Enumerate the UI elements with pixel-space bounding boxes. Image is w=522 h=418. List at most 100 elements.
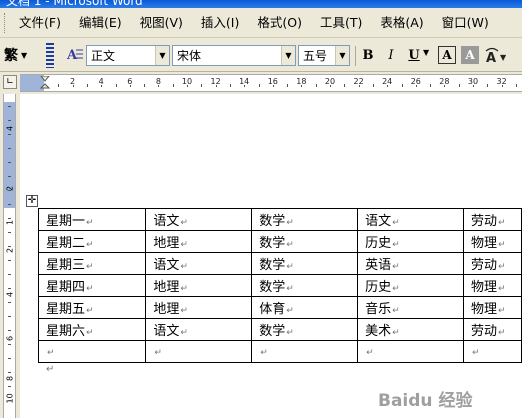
ruler-tick	[8, 260, 11, 261]
table-cell[interactable]: 英语↵	[357, 252, 464, 275]
cell-text: 星期三	[46, 258, 86, 273]
table-cell[interactable]: ↵	[145, 340, 253, 363]
table-cell[interactable]: ↵	[357, 340, 464, 363]
ruler-tick	[344, 84, 346, 87]
menubar-grip[interactable]	[4, 12, 7, 33]
table-cell[interactable]: 音乐↵	[357, 296, 464, 319]
table-cell[interactable]: 语文↵	[145, 318, 253, 341]
ruler-tick	[8, 190, 11, 191]
svg-text:A: A	[486, 51, 496, 65]
table-cell[interactable]: 星期一↵	[37, 208, 147, 231]
cell-end-mark: ↵	[497, 306, 506, 316]
ruler-number: 4	[5, 125, 15, 132]
tab-selector[interactable]: ∟	[3, 75, 17, 89]
table-cell[interactable]: 地理↵	[145, 230, 253, 253]
cell-end-mark: ↵	[180, 306, 188, 316]
ruler-tick	[8, 204, 11, 205]
cell-text: 物理	[470, 236, 497, 251]
indent-marker-icon[interactable]	[40, 76, 50, 90]
table-cell[interactable]: 历史↵	[357, 230, 464, 253]
ruler-tick	[215, 85, 217, 87]
font-select[interactable]: 宋体 ▼	[172, 45, 296, 66]
table-cell[interactable]: 劳动↵	[462, 208, 522, 231]
table-cell[interactable]: 星期四↵	[37, 274, 147, 297]
cell-text: 美术	[365, 324, 392, 339]
ruler-tick	[258, 84, 260, 87]
bold-button[interactable]: B	[359, 46, 377, 64]
vertical-ruler[interactable]: 4 2 1 2 4 6 8 10	[3, 94, 16, 418]
cell-text: 物理	[470, 280, 497, 295]
ruler-tick	[487, 84, 489, 87]
table-cell[interactable]: ↵	[462, 340, 522, 363]
phonetic-guide-icon[interactable]: A ▼	[484, 47, 508, 68]
table-cell[interactable]: 星期二↵	[37, 230, 147, 253]
table-cell[interactable]: 物理↵	[462, 230, 522, 253]
table-cell[interactable]: 美术↵	[357, 318, 464, 341]
menu-insert[interactable]: 插入(I)	[195, 8, 251, 38]
table-cell[interactable]: 物理↵	[462, 296, 522, 319]
menu-window[interactable]: 窗口(W)	[436, 8, 501, 38]
traditional-chinese-label: 繁	[4, 48, 18, 64]
table-cell[interactable]: 星期三↵	[37, 252, 147, 275]
table-cell[interactable]: 语文↵	[145, 252, 253, 275]
table-cell[interactable]: 地理↵	[145, 274, 253, 297]
ruler-tick	[8, 302, 11, 303]
style-select[interactable]: 正文 ▼	[86, 45, 170, 66]
ruler-number: 2	[5, 247, 15, 254]
table-cell[interactable]: 数学↵	[251, 208, 359, 231]
table-cell[interactable]: ↵	[37, 340, 147, 363]
chevron-down-icon[interactable]: ▼	[423, 48, 429, 57]
table-cell[interactable]: 星期六↵	[37, 318, 147, 341]
ruler-tick	[101, 85, 103, 87]
table-cell[interactable]: 数学↵	[251, 252, 359, 275]
table-row: 星期三↵ 语文↵ 数学↵ 英语↵ 劳动↵	[37, 252, 522, 275]
cell-end-mark: ↵	[260, 348, 268, 358]
ruler-tick	[8, 288, 11, 289]
toolbar-grip[interactable]	[46, 43, 54, 68]
schedule-table[interactable]: 星期一↵ 语文↵ 数学↵ 语文↵ 劳动↵ 星期二↵ 地理↵ 数学↵ 历史↵ 物理↵ 星期三↵ 语文↵ 数…	[37, 208, 522, 363]
ruler-tick	[8, 358, 11, 359]
table-move-handle-icon[interactable]: ✛	[26, 195, 38, 207]
table-cell[interactable]: 体育↵	[251, 296, 359, 319]
character-border-button[interactable]: A	[438, 46, 456, 64]
table-cell[interactable]: 地理↵	[145, 296, 253, 319]
table-cell[interactable]: 历史↵	[357, 274, 464, 297]
table-cell[interactable]: 劳动↵	[462, 252, 522, 275]
cell-text: 地理	[153, 280, 180, 295]
watermark-logo: Baidu 经验	[378, 390, 473, 411]
ruler-bar: ∟ 246810121416182022242628303234	[0, 72, 522, 94]
ruler-tick	[244, 85, 246, 87]
table-cell[interactable]: 数学↵	[251, 318, 359, 341]
underline-button[interactable]: U	[405, 46, 423, 64]
ruler-tick	[8, 344, 11, 345]
chevron-down-icon[interactable]: ▼	[335, 46, 349, 65]
menu-view[interactable]: 视图(V)	[134, 8, 195, 38]
cell-end-mark: ↵	[497, 328, 506, 338]
menu-format[interactable]: 格式(O)	[251, 8, 314, 38]
menu-edit[interactable]: 编辑(E)	[73, 8, 134, 38]
table-cell[interactable]: 劳动↵	[462, 318, 522, 341]
menu-tools[interactable]: 工具(T)	[314, 8, 374, 38]
chevron-down-icon[interactable]: ▼	[155, 46, 169, 65]
ruler-tick	[430, 84, 432, 87]
traditional-chinese-button[interactable]: 繁 ▼	[4, 44, 42, 66]
styles-icon[interactable]: A	[66, 46, 84, 66]
ruler-tick	[444, 85, 446, 87]
horizontal-ruler[interactable]: 246810121416182022242628303234	[20, 74, 522, 92]
table-cell[interactable]: 数学↵	[251, 230, 359, 253]
table-cell[interactable]: 星期五↵	[37, 296, 147, 319]
font-size-select[interactable]: 五号 ▼	[298, 45, 350, 66]
menu-file[interactable]: 文件(F)	[13, 8, 73, 38]
table-cell[interactable]: 语文↵	[357, 208, 464, 231]
character-shading-button[interactable]: A	[461, 46, 479, 64]
table-cell[interactable]: 数学↵	[251, 274, 359, 297]
table-row: 星期二↵ 地理↵ 数学↵ 历史↵ 物理↵	[37, 230, 522, 253]
menu-table[interactable]: 表格(A)	[374, 8, 435, 38]
ruler-tick	[172, 84, 174, 87]
italic-button[interactable]: I	[382, 46, 400, 64]
table-cell[interactable]: ↵	[251, 340, 359, 363]
table-row: 星期五↵ 地理↵ 体育↵ 音乐↵ 物理↵	[37, 296, 522, 319]
table-cell[interactable]: 语文↵	[145, 208, 253, 231]
table-cell[interactable]: 物理↵	[462, 274, 522, 297]
chevron-down-icon[interactable]: ▼	[281, 46, 295, 65]
